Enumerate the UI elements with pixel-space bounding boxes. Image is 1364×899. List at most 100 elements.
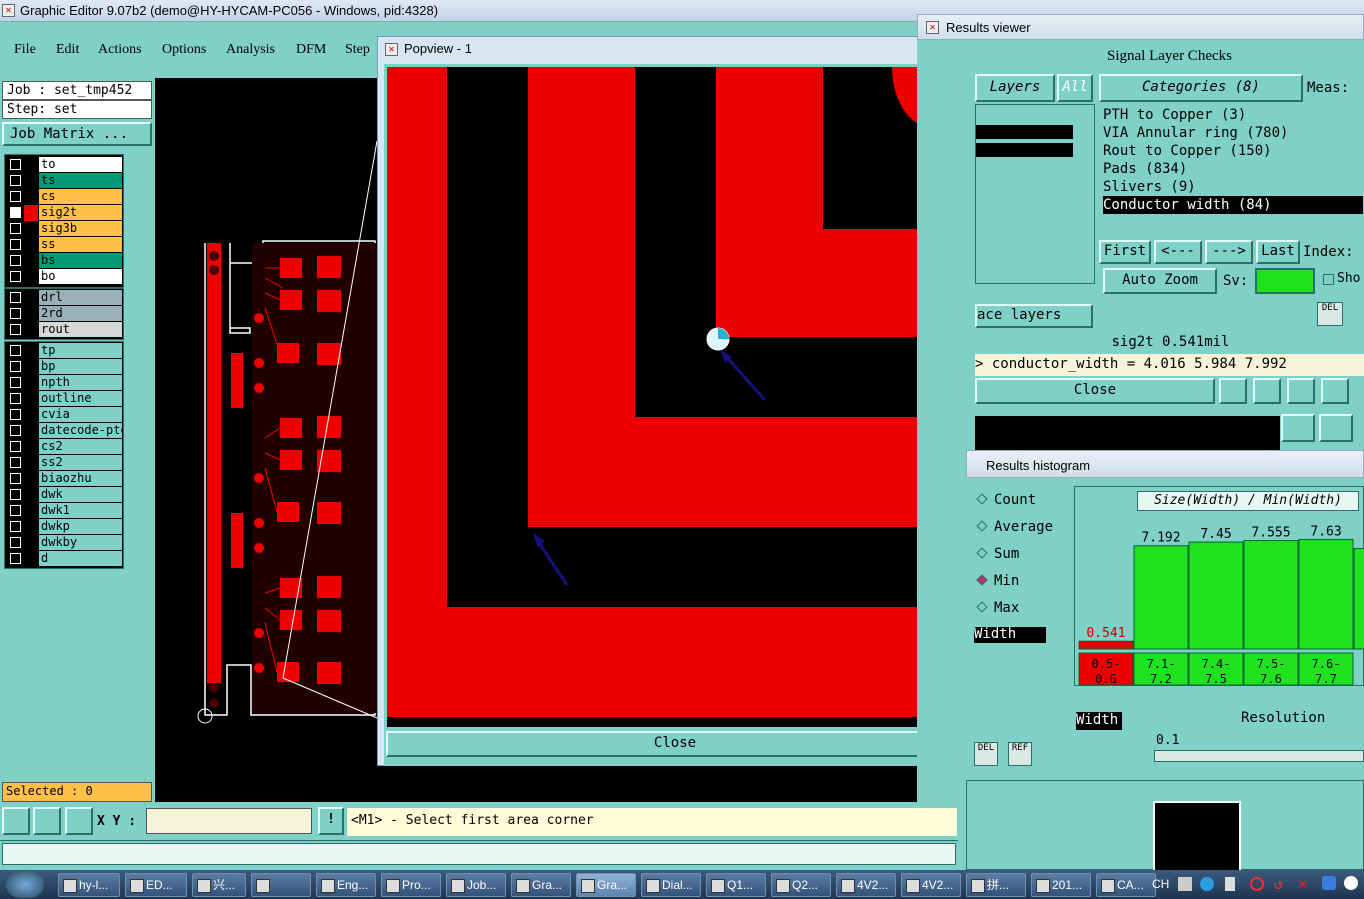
popview-close-button[interactable]: Close (386, 731, 964, 757)
taskbar-item[interactable]: ED... (125, 873, 187, 897)
layer-checkbox[interactable] (10, 473, 21, 484)
prev-button[interactable]: <--- (1154, 240, 1202, 264)
next-button[interactable]: ---> (1205, 240, 1253, 264)
taskbar-item[interactable]: Gra... (511, 873, 571, 897)
layer-row-to[interactable]: to (8, 157, 122, 173)
layer-checkbox[interactable] (10, 393, 21, 404)
warning-triangle-icon[interactable] (1281, 414, 1315, 442)
layer-row-ss2[interactable]: ss2 (8, 455, 122, 471)
layer-row-outline[interactable]: outline (8, 391, 122, 407)
radio-diamond-icon[interactable] (976, 601, 988, 613)
first-button[interactable]: First (1099, 240, 1151, 264)
layer-checkbox[interactable] (10, 505, 21, 516)
taskbar-item[interactable]: Job... (446, 873, 506, 897)
layer-row-dwk1[interactable]: dwk1 (8, 503, 122, 519)
show-checkbox[interactable] (1323, 274, 1334, 285)
layer-row-dwkby[interactable]: dwkby (8, 535, 122, 551)
layer-row-biaozhu[interactable]: biaozhu (8, 471, 122, 487)
tab-categories[interactable]: Categories (8) (1099, 74, 1303, 102)
layer-checkbox[interactable] (10, 239, 21, 250)
layer-checkbox[interactable] (10, 457, 21, 468)
layer-row-rout[interactable]: rout (8, 322, 122, 338)
layer-row-dwk[interactable]: dwk (8, 487, 122, 503)
menu-dfm[interactable]: DFM (296, 42, 326, 58)
layer-row-bp[interactable]: bp (8, 359, 122, 375)
histogram-field[interactable]: Width (974, 627, 1046, 643)
layer-checkbox[interactable] (10, 255, 21, 266)
menu-analysis[interactable]: Analysis (226, 42, 275, 58)
network-icon[interactable] (1200, 877, 1214, 891)
taskbar-item[interactable]: 拼... (966, 873, 1026, 897)
radio-diamond-icon[interactable] (976, 520, 988, 532)
layer-row-drl[interactable]: drl (8, 290, 122, 306)
layer-row-ts[interactable]: ts (8, 173, 122, 189)
taskbar-item[interactable]: Dial... (641, 873, 701, 897)
menu-step[interactable]: Step (345, 42, 370, 58)
last-button[interactable]: Last (1256, 240, 1300, 264)
layer-result-list[interactable] (975, 104, 1095, 284)
g-tray-icon[interactable] (1250, 877, 1264, 891)
layer-row-sig3b[interactable]: sig3b (8, 221, 122, 237)
info-tray-icon[interactable] (1344, 876, 1358, 890)
layer-checkbox[interactable] (10, 345, 21, 356)
menu-actions[interactable]: Actions (98, 42, 142, 58)
shield-icon[interactable] (1322, 876, 1336, 890)
layer-checkbox[interactable] (10, 223, 21, 234)
category-item[interactable]: Conductor width (84) (1103, 196, 1363, 214)
category-item[interactable]: Slivers (9) (1103, 178, 1363, 196)
taskbar-item[interactable]: Gra... (576, 873, 636, 897)
layer-checkbox[interactable] (10, 207, 21, 218)
start-button[interactable] (6, 871, 44, 898)
warning-button[interactable]: ! (318, 807, 344, 835)
red-tray-icon[interactable]: ↺ (1274, 875, 1283, 893)
hist-del-button[interactable]: DEL (974, 742, 998, 766)
del-button[interactable]: DEL (1317, 302, 1343, 326)
taskbar-item[interactable]: CA... (1096, 873, 1156, 897)
layer-row-dwkp[interactable]: dwkp (8, 519, 122, 535)
taskbar-item[interactable]: Eng... (316, 873, 376, 897)
layer-checkbox[interactable] (10, 377, 21, 388)
hist-ref-button[interactable]: REF (1008, 742, 1032, 766)
taskbar-item[interactable]: hy-l... (58, 873, 120, 897)
layer-row-bs[interactable]: bs (8, 253, 122, 269)
measure-icon[interactable] (33, 807, 61, 835)
snap-icon[interactable] (2, 807, 30, 835)
volume-icon[interactable] (1225, 877, 1235, 891)
category-list[interactable]: PTH to Copper (3) VIA Annular ring (780) R… (1099, 106, 1364, 224)
taskbar-item[interactable]: 201... (1031, 873, 1091, 897)
number-icon[interactable] (1321, 378, 1349, 404)
layer-checkbox[interactable] (10, 324, 21, 335)
radio-diamond-icon[interactable] (976, 493, 988, 505)
taskbar-item[interactable]: Pro... (381, 873, 441, 897)
layer-row-sig2t[interactable]: sig2t (8, 205, 122, 221)
layer-row-cs[interactable]: cs (8, 189, 122, 205)
category-item[interactable]: PTH to Copper (3) (1103, 106, 1363, 124)
keyboard-icon[interactable] (1178, 877, 1192, 891)
layer-checkbox[interactable] (10, 409, 21, 420)
layer-checkbox[interactable] (10, 159, 21, 170)
warning-triangle-2-icon[interactable] (1319, 414, 1353, 442)
taskbar-item[interactable]: Q1... (706, 873, 766, 897)
radio-diamond-icon[interactable] (976, 574, 988, 586)
taskbar-item[interactable]: Q2... (771, 873, 831, 897)
layer-row-cs2[interactable]: cs2 (8, 439, 122, 455)
popview-zoom-view[interactable] (387, 67, 927, 727)
taskbar-item[interactable]: 4V2... (901, 873, 961, 897)
layer-checkbox[interactable] (10, 175, 21, 186)
flag-icon[interactable] (1219, 378, 1247, 404)
surface-layers-button[interactable]: ace layers (975, 304, 1093, 328)
tab-layers[interactable]: Layers (975, 74, 1055, 102)
layer-checkbox[interactable] (10, 441, 21, 452)
menu-file[interactable]: File (14, 42, 36, 58)
layer-checkbox[interactable] (10, 271, 21, 282)
grid-icon[interactable] (65, 807, 93, 835)
layer-checkbox[interactable] (10, 553, 21, 564)
delete-icon[interactable] (1287, 378, 1315, 404)
layer-row-d[interactable]: d (8, 551, 122, 567)
layer-row-tp[interactable]: tp (8, 343, 122, 359)
layer-checkbox[interactable] (10, 361, 21, 372)
return-icon[interactable] (1253, 378, 1281, 404)
menu-edit[interactable]: Edit (56, 42, 79, 58)
layer-checkbox[interactable] (10, 292, 21, 303)
tab-all[interactable]: All (1057, 74, 1093, 102)
